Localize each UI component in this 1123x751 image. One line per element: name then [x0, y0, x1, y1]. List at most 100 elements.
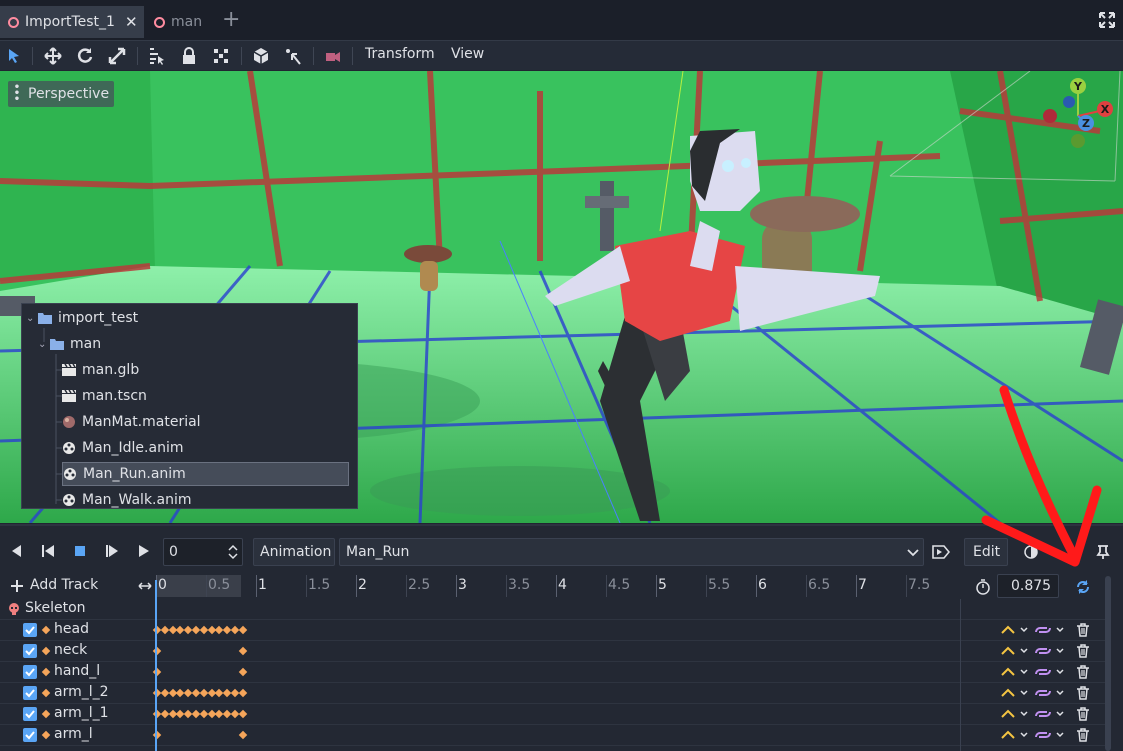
tree-item-man-glb[interactable]: man.glb	[62, 358, 139, 382]
transform-menu[interactable]: Transform	[365, 46, 435, 62]
list-select-icon[interactable]	[147, 46, 167, 66]
track-enable-checkbox[interactable]	[23, 665, 37, 679]
select-tool-icon[interactable]	[4, 46, 24, 66]
keyframe[interactable]	[238, 667, 248, 677]
chevron-down-icon[interactable]	[1020, 626, 1028, 634]
track-row[interactable]: arm_l_2	[0, 683, 1105, 704]
tab-man[interactable]: man	[146, 6, 210, 38]
chevron-down-icon[interactable]	[1020, 647, 1028, 655]
chevron-down-icon[interactable]	[1056, 668, 1064, 676]
group-icon[interactable]	[211, 46, 231, 66]
tree-item-man-folder[interactable]: ⌄ man	[38, 332, 101, 356]
ruler-tick	[756, 575, 757, 597]
track-row[interactable]: arm_l_1	[0, 704, 1105, 725]
interpolation-icon[interactable]	[1000, 729, 1016, 741]
view-menu[interactable]: View	[451, 46, 484, 62]
interpolation-icon[interactable]	[1000, 687, 1016, 699]
trash-icon[interactable]	[1076, 707, 1090, 721]
interpolation-icon[interactable]	[1000, 666, 1016, 678]
animation-menu-button[interactable]: Animation	[253, 538, 335, 566]
keyframe[interactable]	[238, 646, 248, 656]
autoplay-icon[interactable]	[932, 544, 950, 560]
move-tool-icon[interactable]	[43, 46, 63, 66]
loop-icon[interactable]	[1074, 578, 1092, 596]
loop-wrap-icon[interactable]	[1034, 708, 1052, 720]
check-icon	[25, 668, 35, 677]
timeline-zoom-handle-icon[interactable]	[138, 579, 152, 593]
chevron-down-icon[interactable]	[1056, 689, 1064, 697]
snap-icon[interactable]	[283, 46, 303, 66]
timeline-header: Add Track 0 0.5 1 1.5 2 2.5 3 3.5 4 4.5 5 5.5 6 6.5 7 7…	[0, 573, 1105, 599]
view-gizmo[interactable]: Y X Z	[1038, 76, 1116, 152]
3d-viewport[interactable]: • • • Perspective Y X Z ⌄ import_test ⌄ ma…	[0, 71, 1123, 523]
animation-reel-icon	[63, 442, 75, 454]
play-from-start-icon[interactable]	[104, 543, 120, 559]
track-row[interactable]: hand_l	[0, 662, 1105, 683]
chevron-down-icon[interactable]	[1020, 689, 1028, 697]
loop-wrap-icon[interactable]	[1034, 687, 1052, 699]
track-row[interactable]: arm_l	[0, 725, 1105, 746]
track-row[interactable]: head	[0, 620, 1105, 641]
keyframe[interactable]	[238, 688, 248, 698]
track-enable-checkbox[interactable]	[23, 728, 37, 742]
track-enable-checkbox[interactable]	[23, 623, 37, 637]
loop-wrap-icon[interactable]	[1034, 729, 1052, 741]
interpolation-icon[interactable]	[1000, 645, 1016, 657]
lock-icon[interactable]	[179, 46, 199, 66]
chevron-down-icon[interactable]	[1056, 647, 1064, 655]
ruler-label: 4.5	[608, 577, 631, 593]
trash-icon[interactable]	[1076, 686, 1090, 700]
root-node-label: Skeleton	[25, 600, 86, 616]
keyframe[interactable]	[238, 709, 248, 719]
loop-wrap-icon[interactable]	[1034, 666, 1052, 678]
track-row[interactable]: neck	[0, 641, 1105, 662]
trash-icon[interactable]	[1076, 644, 1090, 658]
play-backwards-icon[interactable]	[8, 543, 24, 559]
chevron-down-icon[interactable]	[1056, 731, 1064, 739]
tree-item-man-idle-anim[interactable]: Man_Idle.anim	[62, 436, 183, 460]
tree-item-man-walk-anim[interactable]: Man_Walk.anim	[62, 488, 191, 508]
track-enable-checkbox[interactable]	[23, 644, 37, 658]
cube-icon[interactable]	[251, 46, 271, 66]
loop-wrap-icon[interactable]	[1034, 624, 1052, 636]
playhead[interactable]	[155, 580, 157, 751]
chevron-down-icon[interactable]	[1020, 668, 1028, 676]
track-enable-checkbox[interactable]	[23, 707, 37, 721]
chevron-down-icon[interactable]	[1020, 710, 1028, 718]
tree-item-manmat-material[interactable]: ManMat.material	[62, 410, 201, 434]
fullscreen-icon[interactable]	[1099, 12, 1115, 28]
tree-item-man-run-anim[interactable]: Man_Run.anim	[62, 462, 349, 486]
play-icon[interactable]	[136, 543, 152, 559]
loop-wrap-icon[interactable]	[1034, 645, 1052, 657]
trash-icon[interactable]	[1076, 623, 1090, 637]
tree-item-label: man.tscn	[82, 388, 147, 404]
scene-tab-bar: ImportTest_1 ✕ man +	[0, 0, 1123, 42]
add-tab-icon[interactable]: +	[222, 9, 240, 31]
trash-icon[interactable]	[1076, 665, 1090, 679]
animation-length-value: 0.875	[1011, 578, 1052, 594]
tree-item-man-tscn[interactable]: man.tscn	[62, 384, 147, 408]
animation-select[interactable]: Man_Run	[339, 538, 924, 566]
perspective-menu-button[interactable]: • • • Perspective	[8, 81, 114, 107]
stop-icon[interactable]	[72, 543, 88, 559]
track-enable-checkbox[interactable]	[23, 686, 37, 700]
interpolation-icon[interactable]	[1000, 624, 1016, 636]
trash-icon[interactable]	[1076, 728, 1090, 742]
time-spinbox[interactable]: 0	[163, 538, 243, 566]
chevron-down-icon[interactable]	[1056, 626, 1064, 634]
camera-icon[interactable]	[323, 46, 343, 66]
track-scrollbar[interactable]	[1105, 576, 1111, 751]
tree-item-import-test[interactable]: ⌄ import_test	[26, 306, 138, 330]
close-icon[interactable]: ✕	[125, 13, 138, 31]
chevron-down-icon[interactable]	[1056, 710, 1064, 718]
play-backwards-from-end-icon[interactable]	[40, 543, 56, 559]
keyframe[interactable]	[238, 625, 248, 635]
tab-importtest[interactable]: ImportTest_1 ✕	[0, 6, 144, 38]
add-track-button[interactable]: Add Track	[30, 577, 98, 593]
check-icon	[25, 710, 35, 719]
interpolation-icon[interactable]	[1000, 708, 1016, 720]
chevron-down-icon[interactable]	[1020, 731, 1028, 739]
keyframe[interactable]	[238, 730, 248, 740]
scale-tool-icon[interactable]	[107, 46, 127, 66]
rotate-tool-icon[interactable]	[75, 46, 95, 66]
